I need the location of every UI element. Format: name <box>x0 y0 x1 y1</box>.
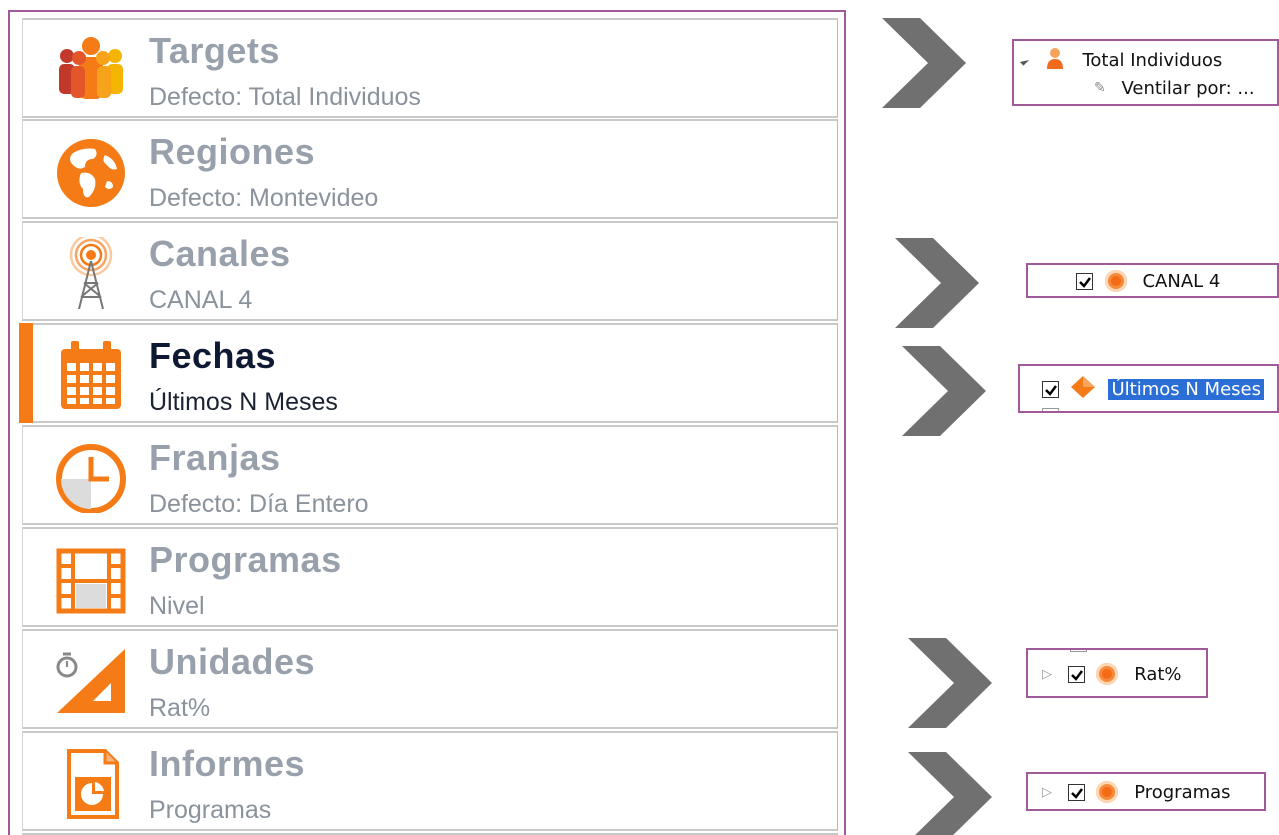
ruler-stopwatch-icon <box>51 645 131 717</box>
person-icon <box>1045 47 1065 74</box>
unit-icon <box>1096 663 1119 685</box>
tree-row-ventilar[interactable]: ✎ Ventilar por: ... <box>1094 77 1255 99</box>
nav-item-subtitle: Rat% <box>149 694 211 722</box>
informes-list-callout: ▷ Programas <box>1026 772 1266 811</box>
unidades-list-callout: ▷ Rat% <box>1026 648 1208 698</box>
list-label: Programas <box>1134 781 1231 803</box>
nav-item-title: Unidades <box>149 641 316 682</box>
targets-tree-callout: Total Individuos ✎ Ventilar por: ... <box>1012 39 1279 106</box>
partial-row <box>1070 650 1087 652</box>
selection-panel: Targets Defecto: Total Individuos Region… <box>8 10 846 835</box>
nav-item-title: Franjas <box>149 437 281 478</box>
partial-row <box>1042 408 1059 411</box>
tree-label: Ventilar por: ... <box>1121 77 1255 99</box>
chevron-right-icon <box>895 238 979 328</box>
people-icon <box>51 34 131 106</box>
chevron-right-icon <box>902 346 986 436</box>
nav-item-subtitle: Defecto: Total Individuos <box>149 83 421 111</box>
list-row-programas[interactable]: ▷ Programas <box>1042 781 1231 803</box>
report-chart-icon <box>51 747 131 819</box>
chevron-right-icon <box>908 638 992 728</box>
chevron-right-icon <box>908 752 992 835</box>
nav-item-canales[interactable]: Canales CANAL 4 <box>22 221 838 321</box>
diamond-icon <box>1070 376 1095 403</box>
antenna-icon <box>51 237 131 309</box>
checkbox-checked[interactable] <box>1076 272 1093 290</box>
checkbox-checked[interactable] <box>1042 381 1059 398</box>
nav-item-informes[interactable]: Informes Programas <box>22 731 838 831</box>
report-icon <box>1096 781 1119 803</box>
expand-arrow-icon[interactable] <box>1019 55 1030 66</box>
nav-item-subtitle: Defecto: Día Entero <box>149 490 369 518</box>
nav-item-subtitle: Últimos N Meses <box>149 388 338 416</box>
nav-item-subtitle: Defecto: Montevideo <box>149 184 379 212</box>
fechas-list-callout: Últimos N Meses <box>1018 364 1279 413</box>
nav-item-fechas[interactable]: Fechas Últimos N Meses <box>19 323 838 423</box>
list-row-rat[interactable]: ▷ Rat% <box>1042 663 1182 685</box>
nav-item-subtitle: Nivel <box>149 592 205 620</box>
nav-item-subtitle: CANAL 4 <box>149 286 253 314</box>
active-indicator <box>19 323 33 423</box>
checkbox-checked[interactable] <box>1067 783 1085 801</box>
nav-item-title: Informes <box>149 743 306 784</box>
nav-item-title: Fechas <box>149 335 277 376</box>
nav-item-franjas[interactable]: Franjas Defecto: Día Entero <box>22 425 838 525</box>
nav-item-title: Regiones <box>149 131 316 172</box>
globe-icon <box>51 135 131 207</box>
expand-arrow-icon[interactable]: ▷ <box>1042 785 1052 800</box>
chevron-right-icon <box>882 18 966 108</box>
nav-item-regiones[interactable]: Regiones Defecto: Montevideo <box>22 119 838 219</box>
clock-icon <box>51 441 131 513</box>
list-row-canal[interactable]: CANAL 4 <box>1076 270 1220 292</box>
pin-icon: ✎ <box>1094 80 1106 96</box>
nav-item-programas[interactable]: Programas Nivel <box>22 527 838 627</box>
list-label: Últimos N Meses <box>1107 378 1265 401</box>
nav-item-unidades[interactable]: Unidades Rat% <box>22 629 838 729</box>
nav-item-title: Programas <box>149 539 342 580</box>
canales-list-callout: CANAL 4 <box>1026 263 1279 298</box>
nav-item-title: Targets <box>149 30 280 71</box>
list-row-ultimos-meses[interactable]: Últimos N Meses <box>1042 376 1265 403</box>
film-icon <box>51 543 131 615</box>
calendar-icon <box>51 339 131 411</box>
tree-label: Total Individuos <box>1082 50 1223 71</box>
list-label: CANAL 4 <box>1142 270 1221 292</box>
list-label: Rat% <box>1134 663 1182 685</box>
tree-row-total-individuos[interactable]: Total Individuos <box>1019 47 1223 74</box>
nav-item-title: Canales <box>149 233 291 274</box>
checkbox-checked[interactable] <box>1067 665 1085 683</box>
channel-icon <box>1104 270 1127 292</box>
nav-item-targets[interactable]: Targets Defecto: Total Individuos <box>22 18 838 118</box>
nav-item-subtitle: Programas <box>149 796 272 824</box>
expand-arrow-icon[interactable]: ▷ <box>1042 667 1052 682</box>
